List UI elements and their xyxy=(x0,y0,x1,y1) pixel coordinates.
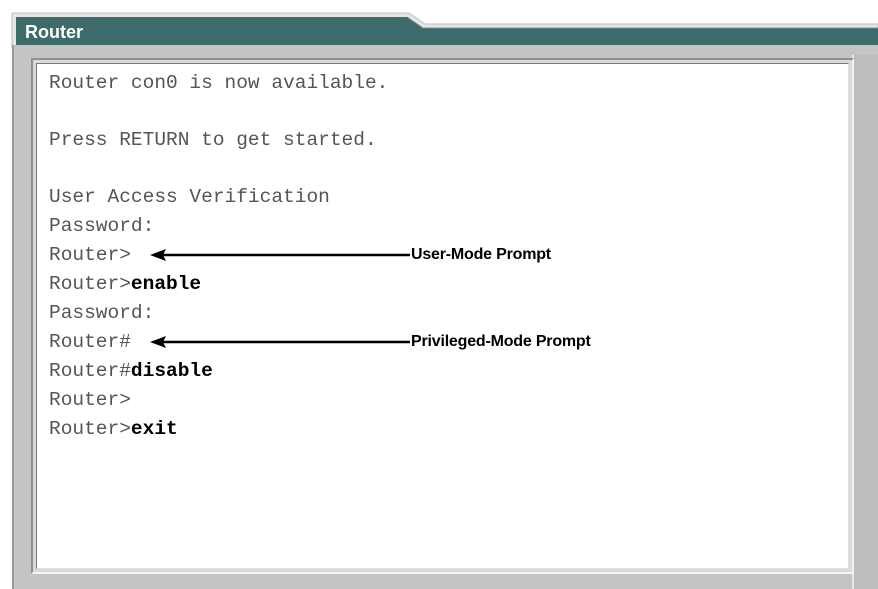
arrow-left-icon xyxy=(150,249,410,261)
arrow-left-icon xyxy=(150,336,410,348)
window-title: Router xyxy=(25,22,83,42)
privileged-mode-prompt-label: Privileged-Mode Prompt xyxy=(411,333,591,350)
terminal-line: User Access Verification xyxy=(49,186,330,208)
terminal-line: Router con0 is now available. xyxy=(49,72,389,94)
terminal-line: Password: xyxy=(49,302,155,324)
title-tab xyxy=(11,12,878,48)
terminal-inset: Router con0 is now available. Press RETU… xyxy=(31,58,854,574)
frame-right-strip xyxy=(852,55,878,589)
terminal-line: Press RETURN to get started. xyxy=(49,129,377,151)
console-frame: Router con0 is now available. Press RETU… xyxy=(12,45,878,589)
command-text: exit xyxy=(130,418,178,440)
terminal-output[interactable]: Router con0 is now available. Press RETU… xyxy=(36,63,849,569)
command-text: enable xyxy=(130,273,202,295)
terminal-line: Password: xyxy=(49,215,155,237)
terminal-line-privileged-prompt: Router# xyxy=(49,331,131,353)
terminal-line: Router#disable xyxy=(49,360,213,382)
command-text: disable xyxy=(130,360,213,382)
terminal-line: Router>exit xyxy=(49,418,178,440)
terminal-line: Router> xyxy=(49,389,131,411)
terminal-line-user-prompt: Router> xyxy=(49,244,131,266)
terminal-line: Router>enable xyxy=(49,273,202,295)
user-mode-prompt-label: User-Mode Prompt xyxy=(411,246,551,263)
router-console-window: Router Router con0 is now available. Pre… xyxy=(0,0,878,589)
